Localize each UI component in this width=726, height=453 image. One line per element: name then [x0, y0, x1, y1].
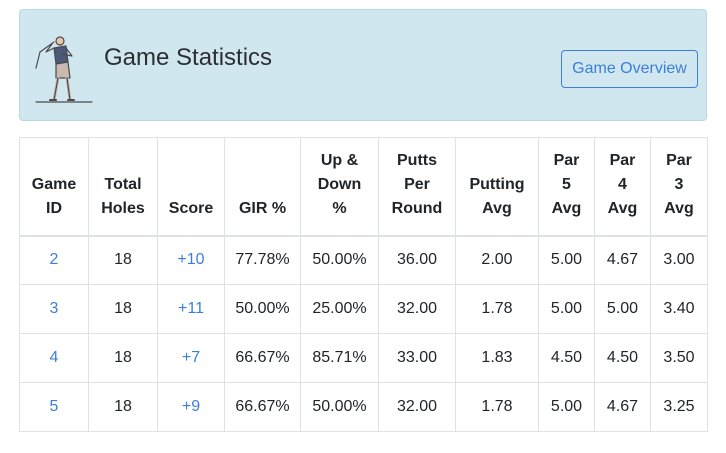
table-body: 2 18 +10 77.78% 50.00% 36.00 2.00 5.00 4.67 3.00 3… [19, 235, 708, 432]
cell-putting-avg: 1.83 [455, 333, 539, 383]
cell-putting-avg: 1.78 [455, 284, 539, 334]
cell-putts-per-round: 32.00 [378, 382, 456, 432]
column-header-game-id: Game ID [19, 137, 89, 236]
cell-score: +11 [157, 284, 225, 334]
cell-up-and-down-percent: 85.71% [300, 333, 379, 383]
page-title: Game Statistics [104, 44, 273, 71]
cell-gir-percent: 66.67% [224, 333, 301, 383]
cell-par-5-avg: 5.00 [538, 382, 595, 432]
cell-par-3-avg: 3.25 [650, 382, 708, 432]
cell-total-holes: 18 [88, 382, 158, 432]
cell-up-and-down-percent: 50.00% [300, 382, 379, 432]
cell-total-holes: 18 [88, 284, 158, 334]
cell-par-5-avg: 5.00 [538, 235, 595, 285]
column-header-putting-avg: Putting Avg [455, 137, 539, 236]
game-id-link[interactable]: 5 [50, 398, 59, 415]
score-link[interactable]: +11 [178, 300, 204, 317]
score-link[interactable]: +10 [177, 251, 204, 268]
table-row: 2 18 +10 77.78% 50.00% 36.00 2.00 5.00 4.67 3.00 [19, 235, 708, 285]
column-header-up-and-down-percent: Up & Down% [300, 137, 379, 236]
cell-total-holes: 18 [88, 235, 158, 285]
golfer-icon [35, 36, 93, 103]
cell-gir-percent: 77.78% [224, 235, 301, 285]
game-id-link[interactable]: 2 [50, 251, 59, 268]
game-id-link[interactable]: 4 [50, 349, 59, 366]
cell-par-4-avg: 4.67 [594, 235, 651, 285]
cell-putts-per-round: 36.00 [378, 235, 456, 285]
cell-par-5-avg: 5.00 [538, 284, 595, 334]
cell-game-id: 3 [19, 284, 89, 334]
column-header-par-5-avg: Par 5 Avg [538, 137, 595, 236]
cell-game-id: 4 [19, 333, 89, 383]
game-overview-button[interactable]: Game Overview [561, 50, 698, 88]
cell-total-holes: 18 [88, 333, 158, 383]
cell-par-3-avg: 3.50 [650, 333, 708, 383]
cell-gir-percent: 66.67% [224, 382, 301, 432]
cell-putting-avg: 2.00 [455, 235, 539, 285]
column-header-total-holes: Total Holes [88, 137, 158, 236]
cell-up-and-down-percent: 25.00% [300, 284, 379, 334]
cell-putts-per-round: 33.00 [378, 333, 456, 383]
cell-par-5-avg: 4.50 [538, 333, 595, 383]
cell-par-4-avg: 4.67 [594, 382, 651, 432]
cell-par-4-avg: 5.00 [594, 284, 651, 334]
column-header-gir-percent: GIR % [224, 137, 301, 236]
cell-par-4-avg: 4.50 [594, 333, 651, 383]
cell-game-id: 2 [19, 235, 89, 285]
column-header-par-4-avg: Par 4 Avg [594, 137, 651, 236]
table-row: 3 18 +11 50.00% 25.00% 32.00 1.78 5.00 5.00 3.40 [19, 284, 708, 334]
cell-putts-per-round: 32.00 [378, 284, 456, 334]
column-header-putts-per-round: Putts Per Round [378, 137, 456, 236]
score-link[interactable]: +7 [182, 349, 200, 366]
table-header-row: Game ID Total Holes Score GIR % Up & Down% Putts… [19, 137, 708, 236]
cell-score: +7 [157, 333, 225, 383]
table-row: 4 18 +7 66.67% 85.71% 33.00 1.83 4.50 4.50 3.50 [19, 333, 708, 383]
page-header: Game Statistics Game Overview [19, 9, 707, 121]
cell-par-3-avg: 3.00 [650, 235, 708, 285]
table-row: 5 18 +9 66.67% 50.00% 32.00 1.78 5.00 4.67 3.25 [19, 382, 708, 432]
game-statistics-table: Game ID Total Holes Score GIR % Up & Down% Putts… [19, 137, 708, 432]
cell-par-3-avg: 3.40 [650, 284, 708, 334]
cell-gir-percent: 50.00% [224, 284, 301, 334]
cell-game-id: 5 [19, 382, 89, 432]
cell-score: +10 [157, 235, 225, 285]
column-header-score: Score [157, 137, 225, 236]
column-header-par-3-avg: Par 3 Avg [650, 137, 708, 236]
score-link[interactable]: +9 [182, 398, 200, 415]
cell-putting-avg: 1.78 [455, 382, 539, 432]
cell-up-and-down-percent: 50.00% [300, 235, 379, 285]
cell-score: +9 [157, 382, 225, 432]
game-id-link[interactable]: 3 [50, 300, 59, 317]
